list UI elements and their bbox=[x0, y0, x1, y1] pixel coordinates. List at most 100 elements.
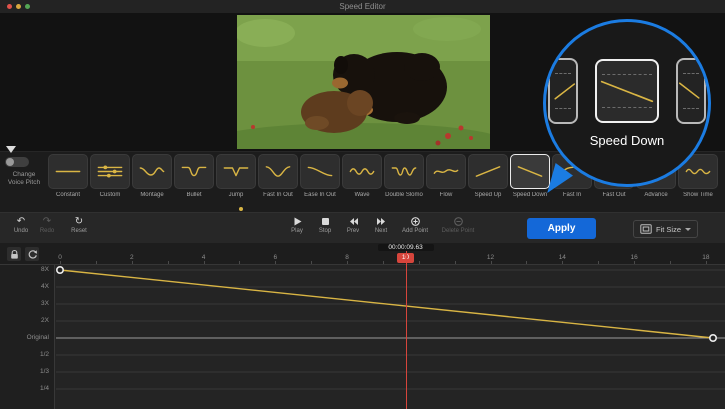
toggle-knob bbox=[6, 158, 14, 166]
preset-fast-in-out[interactable]: Fast In Out bbox=[258, 154, 298, 198]
zoomed-right-preset-partial bbox=[676, 58, 706, 124]
curve-endpoint[interactable] bbox=[710, 335, 716, 341]
preset-label: Custom bbox=[90, 192, 130, 198]
undo-icon: ↶ bbox=[17, 216, 25, 227]
puppies-video-frame bbox=[237, 15, 490, 149]
preset-bullet[interactable]: Bullet bbox=[174, 154, 214, 198]
preset-label: Fast In Out bbox=[258, 192, 298, 198]
playhead[interactable] bbox=[406, 251, 407, 409]
ruler-tick bbox=[670, 261, 671, 264]
preset-label: Ease In Out bbox=[300, 192, 340, 198]
ruler-tick bbox=[96, 261, 97, 264]
speed-down-curve-icon bbox=[510, 154, 550, 189]
constant-curve-icon bbox=[48, 154, 88, 189]
redo-button[interactable]: ↷ Redo bbox=[34, 216, 60, 234]
fast-in-out-curve-icon bbox=[258, 154, 298, 189]
timeline-ruler[interactable]: 0246812141618 bbox=[0, 243, 725, 264]
stop-button[interactable]: Stop bbox=[312, 216, 338, 234]
preset-label: Advance bbox=[636, 192, 676, 198]
play-icon bbox=[292, 216, 303, 227]
preset-label: Speed Down bbox=[510, 192, 550, 198]
toolbar: ↶ Undo ↷ Redo ↻ Reset Play Stop Prev bbox=[0, 212, 725, 243]
ruler-tick-label: 0 bbox=[58, 254, 62, 261]
ruler-tick bbox=[347, 261, 348, 264]
prev-button[interactable]: Prev bbox=[340, 216, 366, 234]
play-button[interactable]: Play bbox=[284, 216, 310, 234]
flow-curve-icon bbox=[426, 154, 466, 189]
speed-scale-label: 1/4 bbox=[0, 385, 49, 392]
preset-flow[interactable]: Flow bbox=[426, 154, 466, 198]
preset-label: Bullet bbox=[174, 192, 214, 198]
undo-button[interactable]: ↶ Undo bbox=[8, 216, 34, 234]
add-point-icon bbox=[410, 216, 421, 227]
preset-label: Fast Out bbox=[594, 192, 634, 198]
speed-down-zoom-callout: Speed Down bbox=[543, 19, 711, 187]
ruler-tick-label: 8 bbox=[345, 254, 349, 261]
window-title: Speed Editor bbox=[0, 0, 725, 13]
next-icon bbox=[376, 216, 387, 227]
preset-speed-down[interactable]: Speed Down bbox=[510, 154, 550, 198]
speed-editor-window: Speed Editor bbox=[0, 0, 725, 409]
curve-endpoint[interactable] bbox=[57, 267, 63, 273]
lock-button[interactable] bbox=[7, 247, 21, 261]
ruler-tick bbox=[455, 261, 456, 264]
preset-custom[interactable]: Custom bbox=[90, 154, 130, 198]
preset-strip-scroll-dot bbox=[239, 207, 243, 211]
ruler-tick-label: 4 bbox=[202, 254, 206, 261]
ruler-tick bbox=[168, 261, 169, 264]
speed-scale-label: 8X bbox=[0, 266, 49, 273]
voice-pitch-label: Change Voice Pitch bbox=[0, 171, 48, 187]
video-preview bbox=[237, 15, 490, 149]
add-point-button[interactable]: Add Point bbox=[398, 216, 432, 234]
preset-double-slomo[interactable]: Double Slomo bbox=[384, 154, 424, 198]
speed-scale-label: 4X bbox=[0, 283, 49, 290]
preset-ease-in-out[interactable]: Ease In Out bbox=[300, 154, 340, 198]
double-slomo-curve-icon bbox=[384, 154, 424, 189]
preset-label: Constant bbox=[48, 192, 88, 198]
speed-scale-label: 2X bbox=[0, 317, 49, 324]
preset-label: Speed Up bbox=[468, 192, 508, 198]
preset-label: Wave bbox=[342, 192, 382, 198]
preset-constant[interactable]: Constant bbox=[48, 154, 88, 198]
speed-scale-gutter: 8X4X3X2XOriginal1/21/31/4 bbox=[0, 265, 55, 409]
ruler-tick bbox=[60, 261, 61, 264]
preset-montage[interactable]: Montage bbox=[132, 154, 172, 198]
preset-wave[interactable]: Wave bbox=[342, 154, 382, 198]
delete-point-icon bbox=[453, 216, 464, 227]
apply-button[interactable]: Apply bbox=[527, 218, 596, 239]
loop-reset-button[interactable] bbox=[25, 247, 39, 261]
speed-scale-label: 1/3 bbox=[0, 368, 49, 375]
ruler-tick-label: 12 bbox=[487, 254, 494, 261]
reset-button[interactable]: ↻ Reset bbox=[66, 216, 92, 234]
ruler-tick-label: 18 bbox=[702, 254, 709, 261]
ruler-tick bbox=[311, 261, 312, 264]
prev-icon bbox=[348, 216, 359, 227]
speed-scale-label: Original bbox=[0, 334, 49, 341]
voice-pitch-toggle[interactable] bbox=[5, 157, 29, 167]
preset-jump[interactable]: Jump bbox=[216, 154, 256, 198]
fit-size-icon bbox=[640, 224, 652, 234]
ruler-tick-label: 14 bbox=[559, 254, 566, 261]
chevron-down-icon bbox=[685, 228, 691, 231]
preset-label: Show Time bbox=[678, 192, 718, 198]
ruler-tick bbox=[275, 261, 276, 264]
ruler-tick bbox=[239, 261, 240, 264]
zoomed-left-preset-partial bbox=[548, 58, 578, 124]
minimize-button[interactable] bbox=[16, 4, 21, 9]
ruler-tick bbox=[419, 261, 420, 264]
fit-size-dropdown[interactable]: Fit Size bbox=[633, 220, 698, 238]
ruler-tick bbox=[204, 261, 205, 264]
custom-sliders-icon bbox=[90, 154, 130, 189]
delete-point-button[interactable]: Delete Point bbox=[438, 216, 478, 234]
preset-label: Jump bbox=[216, 192, 256, 198]
ruler-tick-label: 16 bbox=[630, 254, 637, 261]
ruler-tick bbox=[526, 261, 527, 264]
zoom-button[interactable] bbox=[25, 4, 30, 9]
bullet-curve-icon bbox=[174, 154, 214, 189]
next-button[interactable]: Next bbox=[368, 216, 394, 234]
callout-label: Speed Down bbox=[546, 133, 708, 148]
ruler-tick bbox=[598, 261, 599, 264]
close-button[interactable] bbox=[7, 4, 12, 9]
ease-in-out-curve-icon bbox=[300, 154, 340, 189]
preset-speed-up[interactable]: Speed Up bbox=[468, 154, 508, 198]
